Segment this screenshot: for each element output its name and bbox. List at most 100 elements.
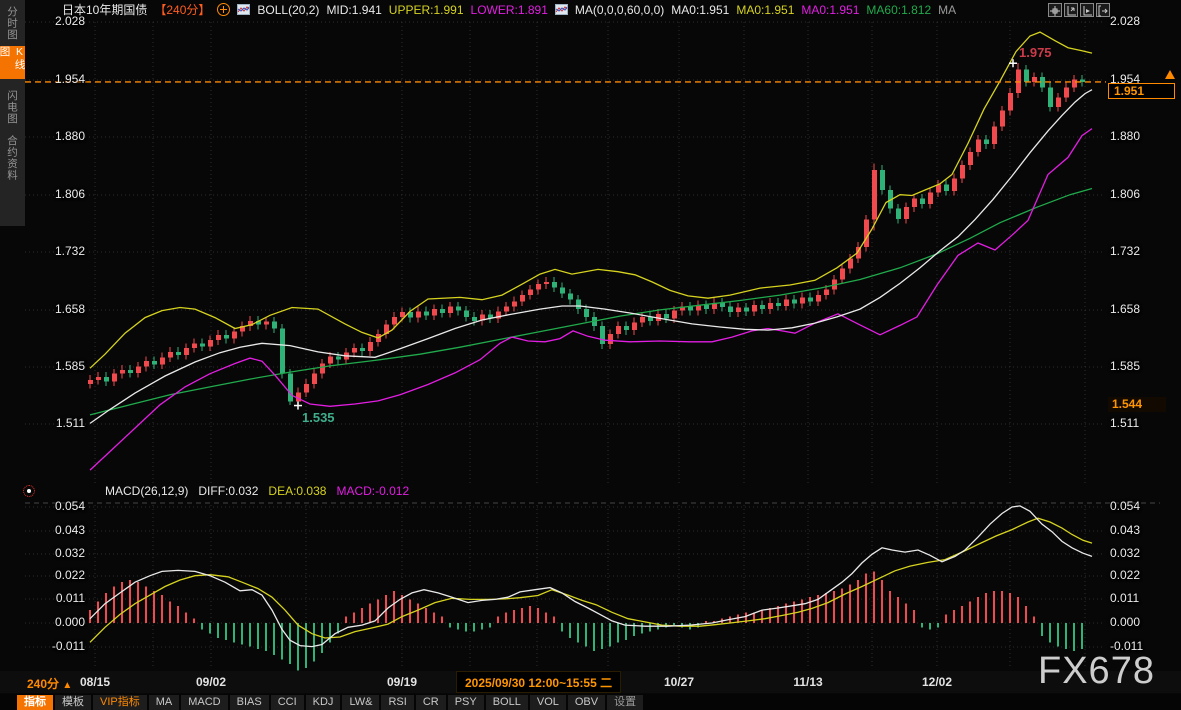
- boll-mid-value: MID:1.941: [326, 3, 381, 17]
- toolbar-button-VIP指标[interactable]: VIP指标: [93, 695, 147, 710]
- price-axis-label-left: 1.511: [33, 416, 85, 430]
- ma-params: MA(0,0,0,60,0,0): [575, 3, 664, 17]
- macd-axis-label-right: 0.032: [1110, 546, 1140, 560]
- toolbar-button-MACD[interactable]: MACD: [181, 695, 227, 710]
- macd-params: MACD(26,12,9): [105, 484, 188, 498]
- timeframe-arrow-icon: ▲: [62, 680, 72, 691]
- toolbar-button-KDJ[interactable]: KDJ: [306, 695, 341, 710]
- chart-canvas[interactable]: 1.535 1.975: [0, 0, 1181, 710]
- macd-diff-value: DIFF:0.032: [198, 484, 258, 498]
- price-axis-label-left: 1.732: [33, 244, 85, 258]
- price-axis-label-left: 1.954: [33, 72, 85, 86]
- sidebar-item-合约资料[interactable]: 合约资料: [0, 131, 25, 185]
- price-axis-label-left: 1.585: [33, 359, 85, 373]
- x-axis-row: 240分 ▲ 2025/09/30 12:00~15:55 二 08/15 09/…: [0, 671, 1181, 693]
- macd-axis-label-left: 0.032: [26, 546, 85, 560]
- macd-dea-line: [90, 518, 1092, 642]
- macd-header: MACD(26,12,9) DIFF:0.032 DEA:0.038 MACD:…: [105, 484, 409, 498]
- timeframe-selector[interactable]: 240分 ▲: [27, 675, 72, 692]
- price-axis-label-right: 2.028: [1110, 14, 1140, 28]
- boll-lower-line: [90, 129, 1092, 471]
- period-label[interactable]: 【240分】: [154, 1, 210, 18]
- ma60-line: [90, 189, 1092, 415]
- trading-app-window: 1.535 1.975 分时图 K线图闪电图合约资料 日本10年期国债 【240分】…: [0, 0, 1181, 710]
- price-axis-label-left: 1.658: [33, 302, 85, 316]
- sidebar-item-K线图[interactable]: K线图: [0, 46, 25, 79]
- candles: [88, 63, 1085, 405]
- toolbar-button-BIAS[interactable]: BIAS: [230, 695, 269, 710]
- price-axis-label-left: 1.806: [33, 187, 85, 201]
- price-axis-label-right: 1.880: [1110, 129, 1140, 143]
- macd-axis-label-right: 0.054: [1110, 499, 1140, 513]
- ma-value: MA0:1.951: [671, 3, 729, 17]
- gridlines: [25, 22, 1105, 666]
- price-axis-label-right: 1.658: [1110, 302, 1140, 316]
- ma-value: MA: [938, 3, 956, 17]
- x-axis-date-label: 09/02: [196, 675, 226, 689]
- current-price-box: 1.951: [1108, 83, 1175, 99]
- watermark: FX678: [1038, 650, 1155, 693]
- price-marker-label: 1.535: [302, 410, 335, 425]
- toolbar-button-PSY[interactable]: PSY: [448, 695, 484, 710]
- boll-lower-value: LOWER:1.891: [471, 3, 548, 17]
- price-axis-label-right: 1.585: [1110, 359, 1140, 373]
- macd-axis-label-left: 0.022: [26, 568, 85, 582]
- instrument-title: 日本10年期国债: [62, 1, 147, 18]
- macd-axis-label-left: 0.011: [26, 591, 85, 605]
- boll-params: BOLL(20,2): [257, 3, 319, 17]
- price-axis-label-right: 1.806: [1110, 187, 1140, 201]
- price-axis-label-right: 1.732: [1110, 244, 1140, 258]
- x-axis-date-label: 09/19: [387, 675, 417, 689]
- indicator-target-icon[interactable]: [23, 485, 35, 497]
- x-axis-date-label: 12/02: [922, 675, 952, 689]
- indicator-toolbar: 指标模板VIP指标MAMACDBIASCCIKDJLW&RSICRPSYBOLL…: [0, 694, 1181, 710]
- price-axis-label-right: 1.511: [1110, 416, 1139, 430]
- toolbar-button-RSI[interactable]: RSI: [381, 695, 413, 710]
- scale-right-tool-icon[interactable]: [1080, 3, 1094, 17]
- boll-upper-value: UPPER:1.991: [389, 3, 464, 17]
- sidebar-item-闪电图[interactable]: 闪电图: [0, 88, 25, 126]
- toolbar-button-LW&[interactable]: LW&: [342, 695, 379, 710]
- macd-macd-value: MACD:-0.012: [336, 484, 409, 498]
- ma-value: MA0:1.951: [736, 3, 794, 17]
- chart-header: 日本10年期国债 【240分】 BOLL(20,2) MID:1.941 UPP…: [62, 2, 956, 17]
- selected-candle-datetime: 2025/09/30 12:00~15:55 二: [456, 671, 621, 693]
- macd-axis-label-left: -0.011: [26, 639, 85, 653]
- price-up-arrow-icon: [1165, 70, 1175, 79]
- x-axis-date-label: 08/15: [80, 675, 110, 689]
- ma-value: MA60:1.812: [866, 3, 931, 17]
- toolbar-button-指标[interactable]: 指标: [17, 695, 53, 710]
- shift-right-tool-icon[interactable]: [1096, 3, 1110, 17]
- period-options-icon[interactable]: [217, 3, 230, 16]
- macd-axis-label-right: 0.043: [1110, 523, 1140, 537]
- boll-indicator-icon[interactable]: [237, 4, 250, 15]
- ma-value: MA0:1.951: [801, 3, 859, 17]
- macd-axis-label-left: 0.054: [26, 499, 85, 513]
- boll-mid-line: [90, 90, 1092, 424]
- toolbar-button-CR[interactable]: CR: [416, 695, 446, 710]
- ma-indicator-icon[interactable]: [555, 4, 568, 15]
- toolbar-button-VOL[interactable]: VOL: [530, 695, 566, 710]
- macd-axis-label-right: 0.022: [1110, 568, 1140, 582]
- scale-up-tool-icon[interactable]: [1064, 3, 1078, 17]
- macd-histogram: [90, 571, 1082, 670]
- toolbar-button-设置[interactable]: 设置: [607, 695, 643, 710]
- macd-axis-label-right: 0.011: [1110, 591, 1139, 605]
- toolbar-button-MA[interactable]: MA: [149, 695, 180, 710]
- toolbar-button-CCI[interactable]: CCI: [271, 695, 304, 710]
- x-axis-date-label: 11/13: [793, 675, 822, 689]
- macd-axis-label-right: 0.000: [1110, 615, 1140, 629]
- toolbar-button-模板[interactable]: 模板: [55, 695, 91, 710]
- macd-axis-label-left: 0.043: [26, 523, 85, 537]
- ma-values: MA0:1.951 MA0:1.951 MA0:1.951 MA60:1.812 MA: [671, 3, 956, 17]
- period-low-box: 1.544: [1108, 397, 1166, 412]
- macd-axis-label-left: 0.000: [26, 615, 85, 629]
- crosshair-tool-icon[interactable]: [1048, 3, 1062, 17]
- sidebar: 分时图 K线图闪电图合约资料: [0, 0, 25, 226]
- toolbar-button-OBV[interactable]: OBV: [568, 695, 605, 710]
- toolbar-button-BOLL[interactable]: BOLL: [486, 695, 528, 710]
- sidebar-item-分时图[interactable]: 分时图: [0, 4, 25, 42]
- x-axis-date-label: 10/27: [664, 675, 694, 689]
- price-axis-label-left: 1.880: [33, 129, 85, 143]
- price-marker-label: 1.975: [1019, 45, 1052, 60]
